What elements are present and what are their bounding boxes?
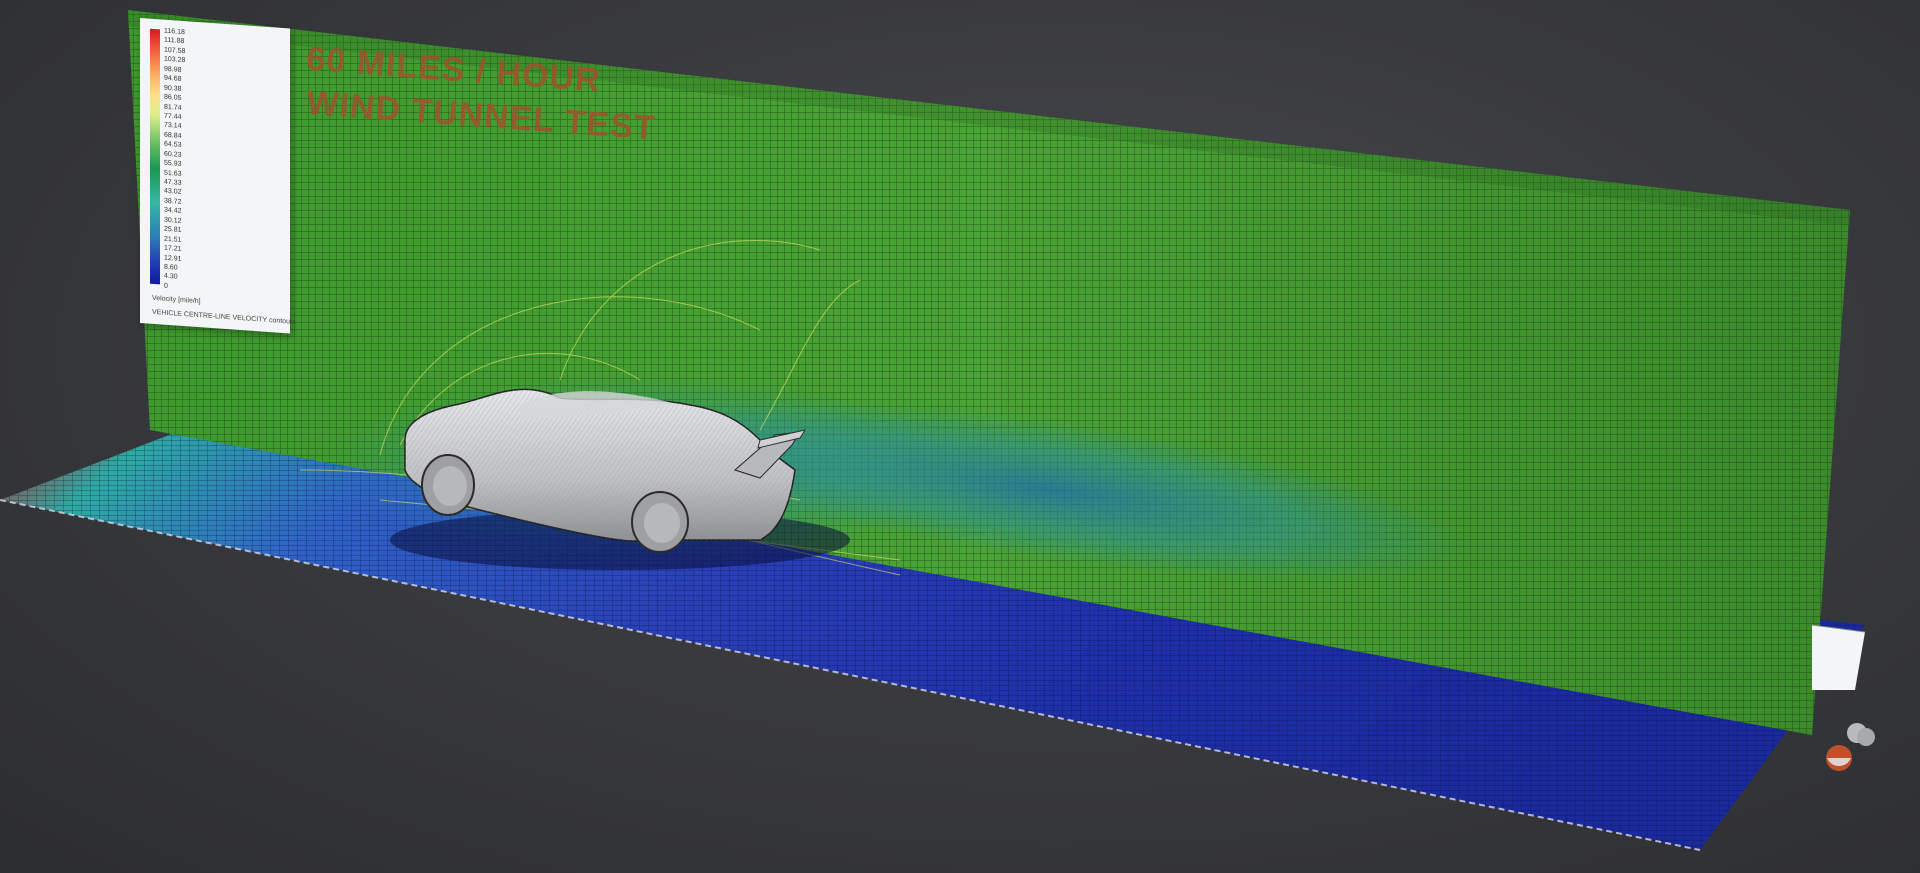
legend-unit: Velocity [mile/h] (152, 294, 201, 306)
sphere-props (1826, 723, 1875, 771)
velocity-legend: 116.18 111.88 107.58 103.28 98.98 94.68 90.38 8… (140, 18, 296, 334)
legend-ticks: 116.18 111.88 107.58 103.28 98.98 94.68 90.38 8… (164, 28, 264, 297)
legend-caption: VEHICLE CENTRE-LINE VELOCITY contours (152, 308, 296, 326)
rear-wheel (631, 491, 689, 553)
legend-colorbar (150, 28, 160, 285)
tunnel-end-panel (1811, 624, 1866, 690)
front-wheel (421, 454, 475, 516)
